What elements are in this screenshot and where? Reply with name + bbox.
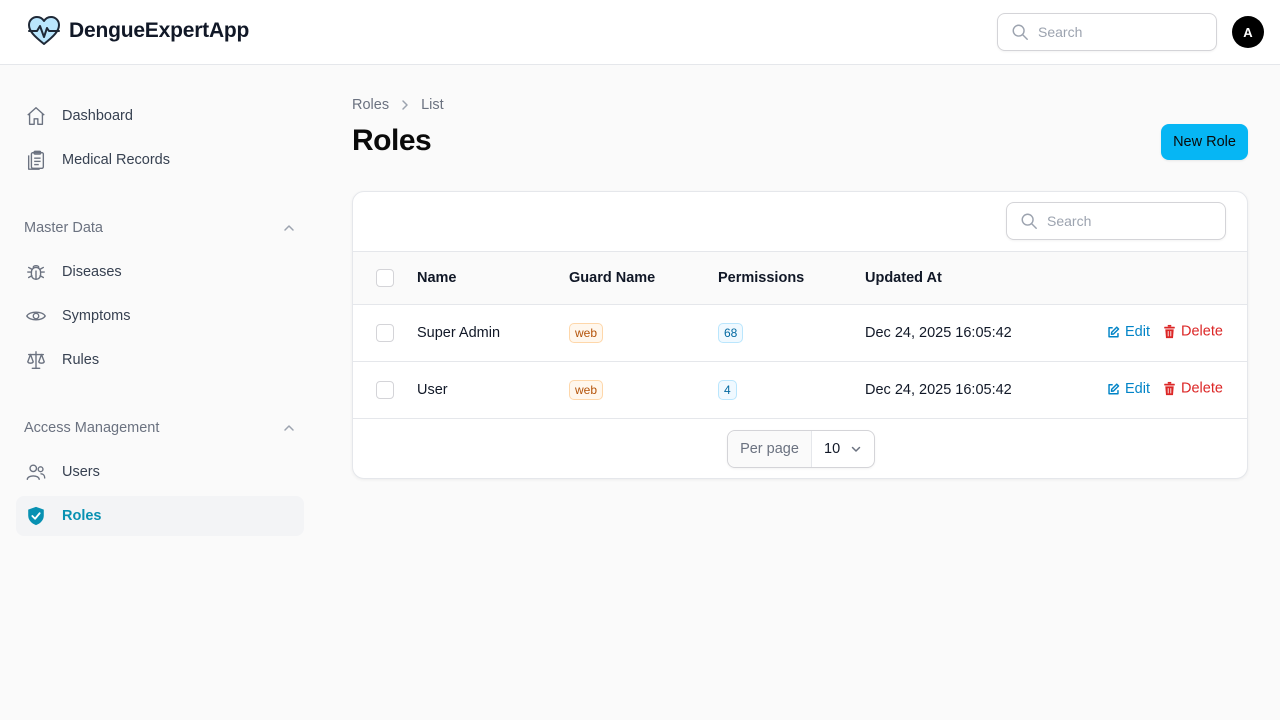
delete-button[interactable]: Delete [1163,381,1223,397]
row-checkbox-cell [376,381,394,399]
sidebar-item-label: Medical Records [62,152,170,168]
per-page-label: Per page [728,431,812,467]
sidebar-item-label: Rules [62,352,100,368]
sidebar-item-users[interactable]: Users [16,452,304,492]
sidebar-item-label: Users [62,464,100,480]
sidebar-item-label: Dashboard [62,108,133,124]
sidebar-item-label: Diseases [62,264,122,280]
sidebar-item-rules[interactable]: Rules [16,340,304,380]
user-avatar[interactable]: A [1232,16,1264,48]
row-checkbox[interactable] [376,324,394,342]
scale-icon [24,348,48,372]
select-all-checkbox-cell [376,269,394,287]
edit-action[interactable]: Edit [1107,381,1150,400]
guard-name-cell: web [569,323,604,343]
search-icon [1012,24,1028,40]
sidebar-item-medical-records[interactable]: Medical Records [16,140,304,180]
shield-check-icon [24,504,48,528]
search-icon [1021,213,1037,229]
permissions-count-badge: 4 [718,380,737,400]
sidebar: Dashboard Medical Records Master Data Di… [0,65,320,720]
delete-action[interactable]: Delete [1163,324,1223,343]
edit-label: Edit [1125,323,1150,340]
sidebar-item-label: Symptoms [62,308,131,324]
page-title: Roles [352,124,432,157]
chevron-up-icon [284,425,294,431]
select-all-checkbox[interactable] [376,269,394,287]
row-checkbox[interactable] [376,381,394,399]
new-role-button[interactable]: New Role [1161,124,1248,160]
group-access-management[interactable]: Access Management [24,416,296,440]
column-header-permissions[interactable]: Permissions [718,270,804,286]
group-label: Access Management [24,420,160,436]
table-header: Name Guard Name Permissions Updated At [353,251,1247,305]
updated-at: Dec 24, 2025 16:05:42 [865,382,1012,398]
global-search[interactable] [997,13,1217,51]
updated-at: Dec 24, 2025 16:05:42 [865,325,1012,341]
brand[interactable]: DengueExpertApp [27,15,249,47]
home-icon [24,104,48,128]
sidebar-item-roles[interactable]: Roles [16,496,304,536]
permissions-count-badge: 68 [718,323,744,343]
global-search-input[interactable] [1038,24,1188,40]
clipboard-icon [24,148,48,172]
row-checkbox-cell [376,324,394,342]
guard-badge: web [569,323,604,343]
app-name: DengueExpertApp [69,19,250,42]
edit-icon [1108,325,1120,337]
delete-action[interactable]: Delete [1163,381,1223,400]
edit-label: Edit [1125,380,1150,397]
edit-button[interactable]: Edit [1107,381,1150,397]
edit-action[interactable]: Edit [1107,324,1150,343]
sidebar-item-dashboard[interactable]: Dashboard [16,96,304,136]
column-header-updated-at[interactable]: Updated At [865,270,942,286]
guard-badge: web [569,380,604,400]
eye-icon [24,304,48,328]
group-master-data[interactable]: Master Data [24,216,296,240]
trash-icon [1164,324,1175,339]
group-label: Master Data [24,220,103,236]
per-page-select[interactable]: 10 [812,431,874,467]
table-search[interactable] [1006,202,1226,240]
breadcrumb: Roles List [352,97,444,113]
trash-icon [1164,381,1175,396]
bug-icon [24,260,48,284]
sidebar-item-diseases[interactable]: Diseases [16,252,304,292]
per-page-value: 10 [824,441,841,457]
breadcrumb-current: List [421,97,444,113]
top-bar: DengueExpertApp A [0,0,1280,65]
permissions-cell: 68 [718,323,744,343]
per-page-control: Per page 10 [727,430,875,468]
chevron-up-icon [284,225,294,231]
table-row[interactable]: User web 4 Dec 24, 2025 16:05:42 Edit De… [353,362,1247,419]
table-row[interactable]: Super Admin web 68 Dec 24, 2025 16:05:42… [353,305,1247,362]
sidebar-item-label: Roles [62,508,102,524]
column-header-guard-name[interactable]: Guard Name [569,270,655,286]
column-header-name[interactable]: Name [417,270,457,286]
roles-table-card: Name Guard Name Permissions Updated At S… [352,191,1248,479]
role-name: Super Admin [417,325,501,341]
breadcrumb-roles-link[interactable]: Roles [352,97,389,113]
heart-pulse-logo-icon [28,16,60,45]
chevron-down-icon [851,446,861,452]
delete-label: Delete [1181,323,1223,340]
edit-icon [1108,382,1120,394]
delete-button[interactable]: Delete [1163,324,1223,340]
role-name: User [417,382,448,398]
guard-name-cell: web [569,380,604,400]
chevron-right-icon [402,100,408,110]
edit-button[interactable]: Edit [1107,324,1150,340]
permissions-cell: 4 [718,380,737,400]
table-search-input[interactable] [1047,213,1197,229]
users-icon [24,460,48,484]
sidebar-item-symptoms[interactable]: Symptoms [16,296,304,336]
delete-label: Delete [1181,380,1223,397]
